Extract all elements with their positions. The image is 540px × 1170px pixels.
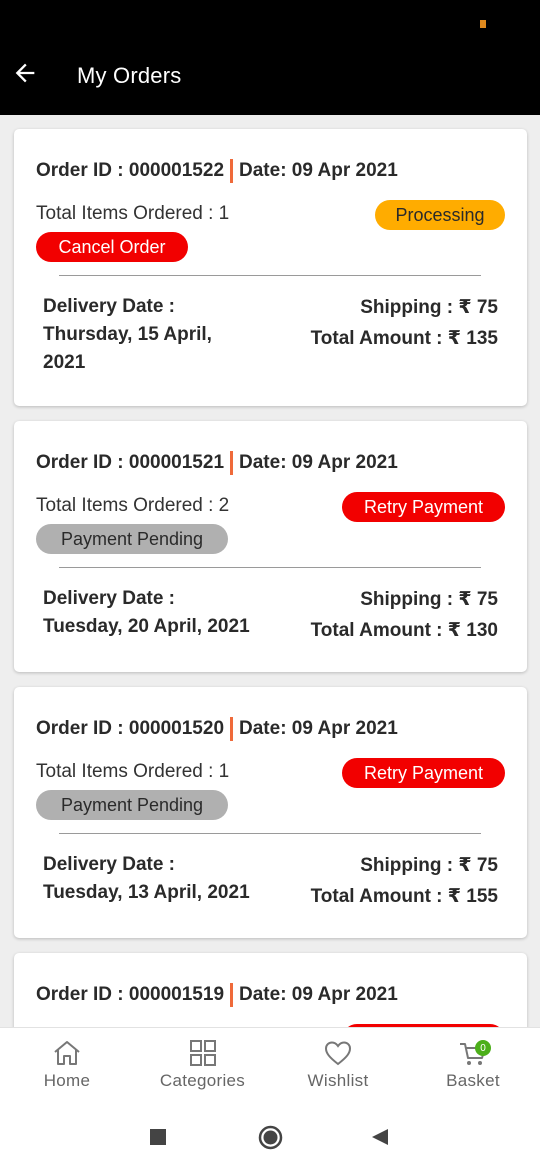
order-id: Order ID : 000001519 xyxy=(36,984,225,1005)
nav-basket[interactable]: 0 Basket xyxy=(433,1028,513,1107)
delivery-label: Delivery Date : xyxy=(43,588,176,609)
system-navigation-bar xyxy=(0,1106,540,1170)
items-ordered: Total Items Ordered : 2 xyxy=(36,495,230,516)
delivery-info: Delivery Date : Tuesday, 13 April, 2021 xyxy=(43,851,250,907)
items-ordered: Total Items Ordered : 1 xyxy=(36,203,230,224)
back-button[interactable] xyxy=(8,56,42,90)
order-date: Date: 09 Apr 2021 xyxy=(239,984,398,1005)
order-header: Order ID : 000001520 Date: 09 Apr 2021 xyxy=(36,717,398,741)
nav-basket-label: Basket xyxy=(446,1071,500,1090)
delivery-date: Tuesday, 20 April, 2021 xyxy=(43,616,250,637)
grid-icon xyxy=(189,1040,216,1066)
basket-count-badge: 0 xyxy=(475,1040,491,1056)
order-id: Order ID : 000001521 xyxy=(36,452,225,473)
amount-info: Shipping : ₹ 75 Total Amount : ₹ 130 xyxy=(311,584,498,646)
app-bar: My Orders xyxy=(0,44,540,115)
heart-icon xyxy=(324,1041,352,1066)
order-card[interactable]: Order ID : 000001521 Date: 09 Apr 2021 T… xyxy=(14,421,527,672)
bottom-navigation: Home Categories Wishlist 0 Basket xyxy=(0,1027,540,1106)
order-card[interactable]: Order ID : 000001520 Date: 09 Apr 2021 T… xyxy=(14,687,527,938)
total-amount: Total Amount : ₹ 130 xyxy=(310,620,498,641)
order-date: Date: 09 Apr 2021 xyxy=(239,452,398,473)
nav-wishlist-label: Wishlist xyxy=(307,1071,369,1090)
status-badge: Payment Pending xyxy=(36,524,228,554)
total-amount: Total Amount : ₹ 155 xyxy=(310,886,498,907)
retry-payment-button[interactable]: Retry Payment xyxy=(342,758,505,788)
delivery-info: Delivery Date : Tuesday, 20 April, 2021 xyxy=(43,585,250,641)
order-header: Order ID : 000001519 Date: 09 Apr 2021 xyxy=(36,983,398,1007)
nav-home[interactable]: Home xyxy=(27,1028,107,1107)
divider xyxy=(59,567,481,568)
delivery-label: Delivery Date : xyxy=(43,296,176,317)
order-header: Order ID : 000001521 Date: 09 Apr 2021 xyxy=(36,451,398,475)
delivery-info: Delivery Date : Thursday, 15 April, 2021 xyxy=(43,293,243,377)
delivery-date: Tuesday, 13 April, 2021 xyxy=(43,882,250,903)
shipping-amount: Shipping : ₹ 75 xyxy=(360,589,498,610)
amount-info: Shipping : ₹ 75 Total Amount : ₹ 155 xyxy=(311,850,498,912)
order-header: Order ID : 000001522 Date: 09 Apr 2021 xyxy=(36,159,398,183)
delivery-label: Delivery Date : xyxy=(43,854,176,875)
divider xyxy=(59,275,481,276)
home-icon xyxy=(54,1041,80,1065)
back-triangle-icon[interactable] xyxy=(371,1128,389,1146)
total-amount: Total Amount : ₹ 135 xyxy=(310,328,498,349)
orders-list[interactable]: Order ID : 000001522 Date: 09 Apr 2021 T… xyxy=(0,115,540,1027)
cancel-order-button[interactable]: Cancel Order xyxy=(36,232,188,262)
order-date: Date: 09 Apr 2021 xyxy=(239,160,398,181)
arrow-left-icon xyxy=(15,63,35,83)
recents-icon[interactable] xyxy=(149,1128,167,1146)
nav-wishlist[interactable]: Wishlist xyxy=(298,1028,378,1107)
page-title: My Orders xyxy=(77,63,182,88)
status-badge: Payment Pending xyxy=(36,790,228,820)
shipping-amount: Shipping : ₹ 75 xyxy=(360,297,498,318)
delivery-date: Thursday, 15 April, 2021 xyxy=(43,324,212,373)
shipping-amount: Shipping : ₹ 75 xyxy=(360,855,498,876)
order-card[interactable]: Order ID : 000001522 Date: 09 Apr 2021 T… xyxy=(14,129,527,406)
amount-info: Shipping : ₹ 75 Total Amount : ₹ 135 xyxy=(311,292,498,354)
nav-home-label: Home xyxy=(43,1071,91,1090)
nav-categories[interactable]: Categories xyxy=(150,1028,255,1107)
divider xyxy=(59,833,481,834)
status-indicator-icon xyxy=(480,20,486,28)
nav-categories-label: Categories xyxy=(159,1071,246,1090)
separator xyxy=(230,451,234,475)
order-id: Order ID : 000001522 xyxy=(36,160,225,181)
home-circle-icon[interactable] xyxy=(258,1125,283,1150)
status-bar xyxy=(0,0,540,44)
order-id: Order ID : 000001520 xyxy=(36,718,225,739)
order-date: Date: 09 Apr 2021 xyxy=(239,718,398,739)
status-badge: Processing xyxy=(375,200,505,230)
order-card[interactable]: Order ID : 000001519 Date: 09 Apr 2021 xyxy=(14,953,527,1027)
separator xyxy=(230,159,234,183)
separator xyxy=(230,983,234,1007)
retry-payment-button[interactable]: Retry Payment xyxy=(342,492,505,522)
separator xyxy=(230,717,234,741)
items-ordered: Total Items Ordered : 1 xyxy=(36,761,230,782)
